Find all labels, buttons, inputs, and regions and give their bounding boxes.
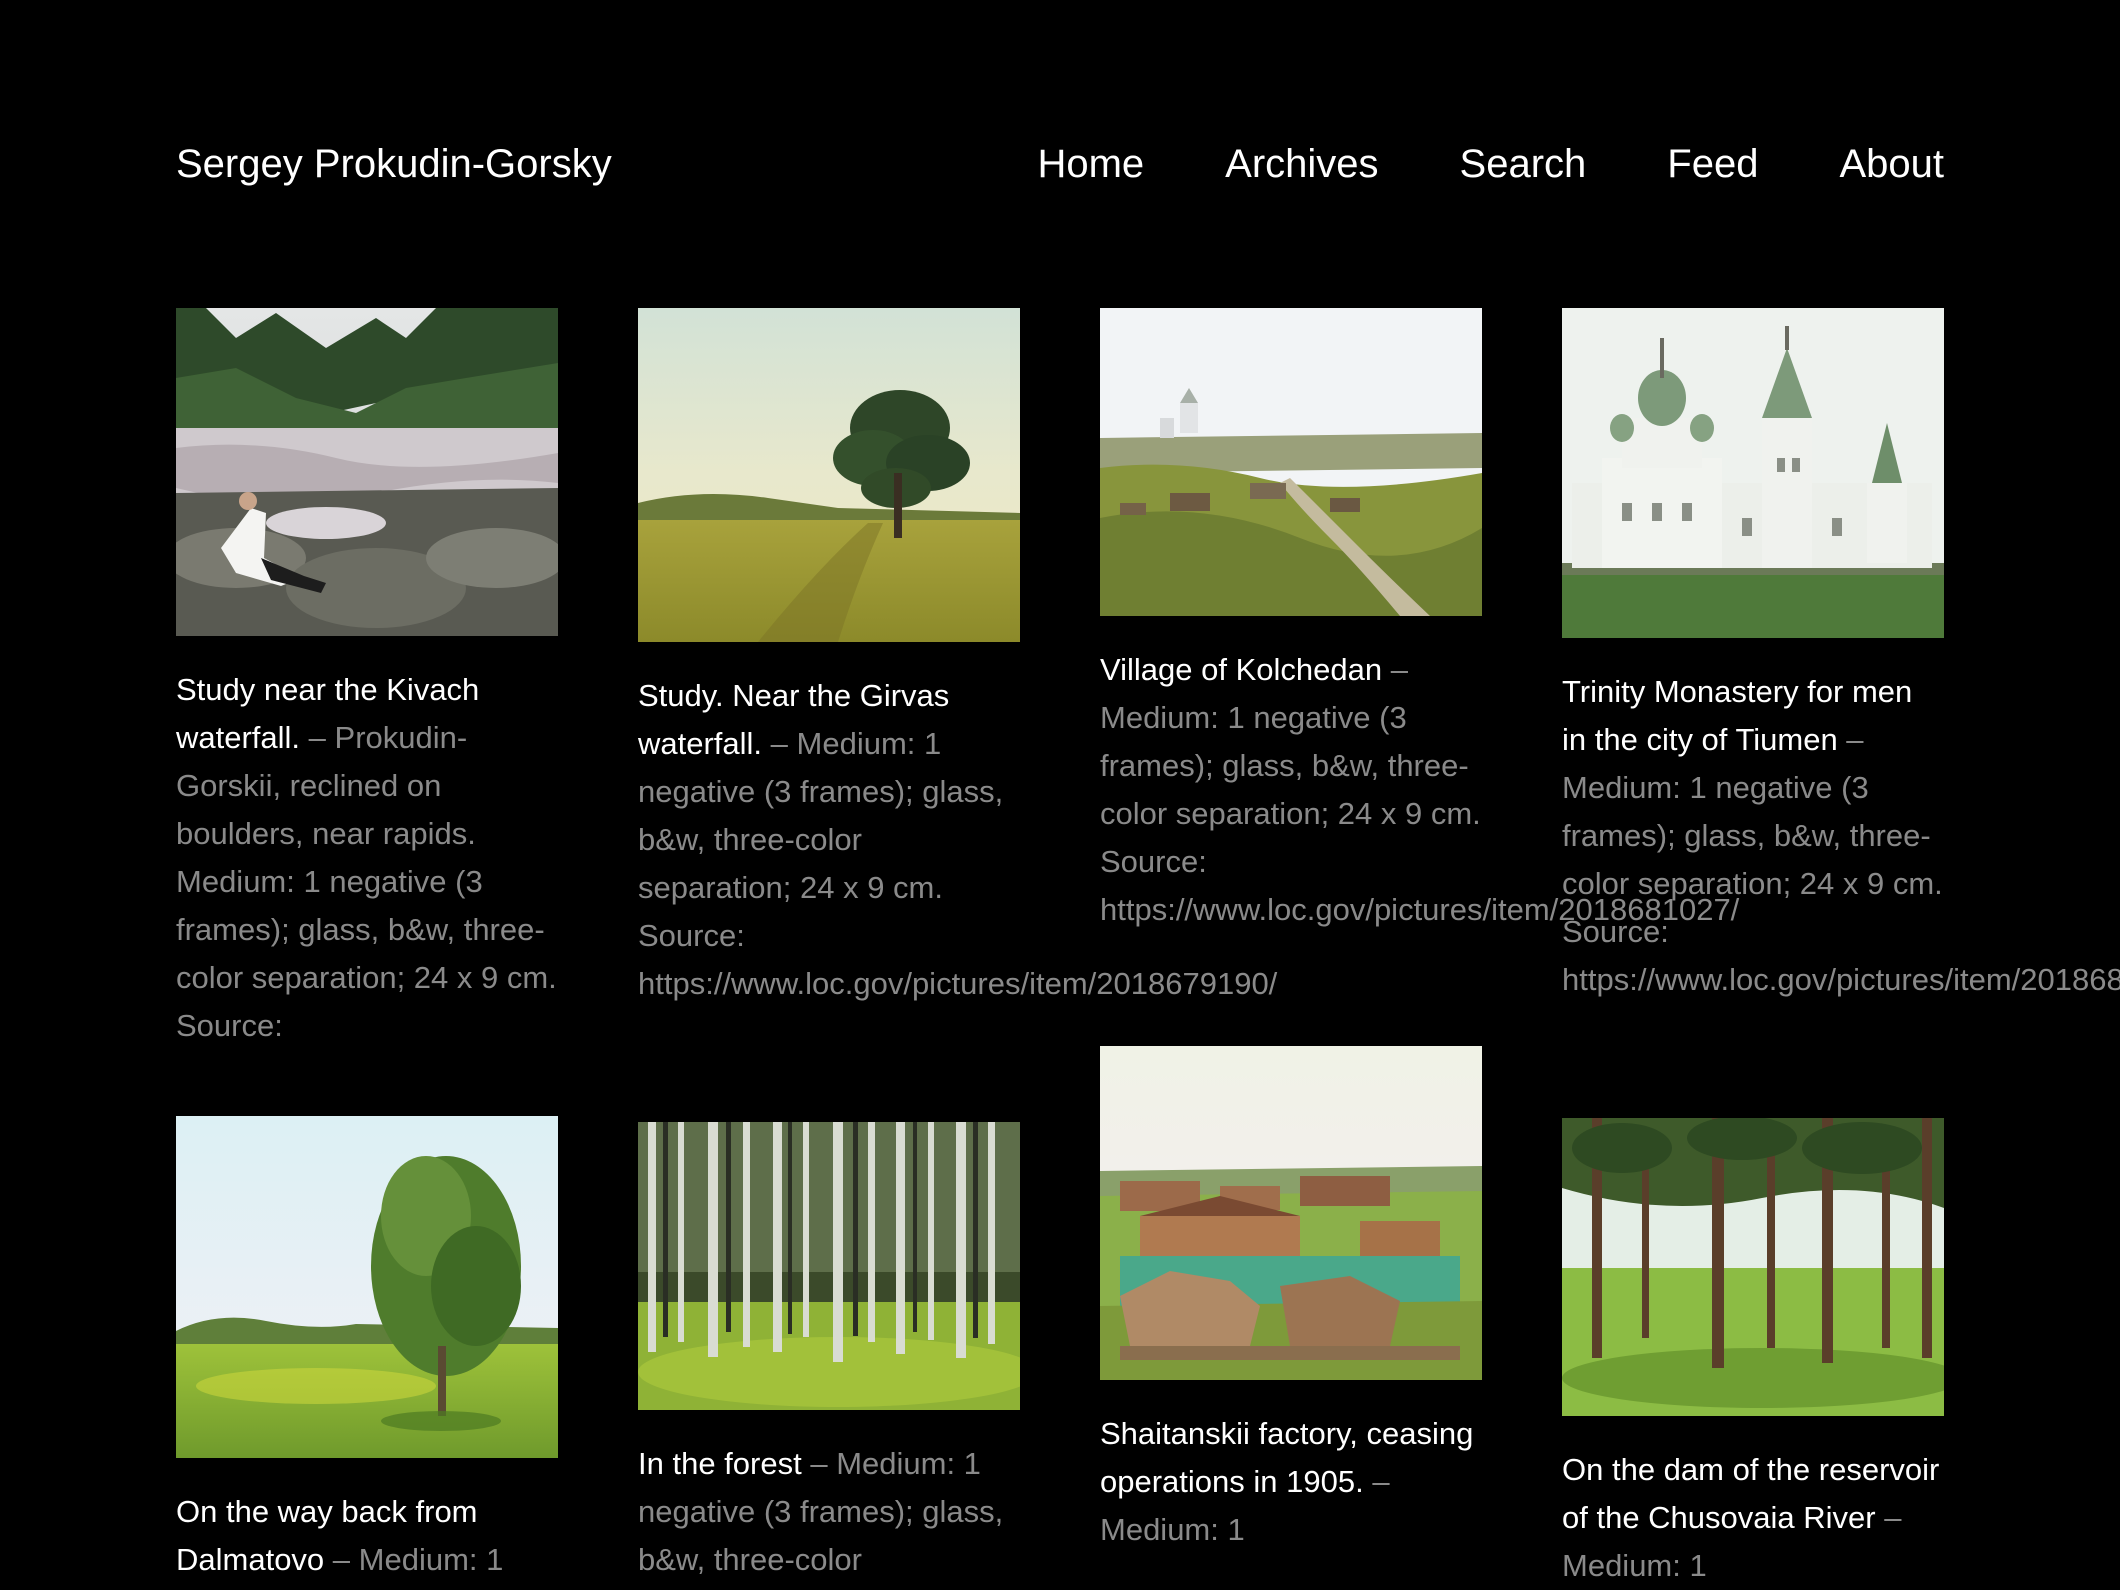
post-caption: Trinity Monastery for men in the city of… [1562, 668, 2120, 1004]
post-card: Study near the Kivach waterfall. – Proku… [176, 308, 558, 1050]
post-caption: Study. Near the Girvas waterfall. – Medi… [638, 672, 1277, 1008]
nav-feed[interactable]: Feed [1667, 140, 1758, 188]
post-title-link[interactable]: Shaitanskii factory, ceasing operations … [1100, 1416, 1473, 1499]
post-caption: On the dam of the reservoir of the Chuso… [1562, 1446, 1944, 1590]
post-photo-kolchedan[interactable] [1100, 308, 1482, 616]
post-description: Medium: 1 negative (3 frames); glass, b&… [1562, 770, 2120, 997]
post-caption: Shaitanskii factory, ceasing operations … [1100, 1410, 1482, 1554]
post-card: On the dam of the reservoir of the Chuso… [1562, 1118, 1944, 1590]
post-photo-kivach[interactable] [176, 308, 558, 636]
post-card: Village of Kolchedan – Medium: 1 negativ… [1100, 308, 1739, 934]
birch-tree-photo [176, 1116, 558, 1458]
post-description: Medium: 1 [1100, 1512, 1245, 1547]
nav-search[interactable]: Search [1460, 140, 1587, 188]
caption-separator: – [762, 726, 797, 761]
post-caption: In the forest – Medium: 1 negative (3 fr… [638, 1440, 1020, 1584]
caption-separator: – [1382, 652, 1408, 687]
caption-separator: – [300, 720, 335, 755]
birch-forest-photo [638, 1122, 1020, 1410]
post-card: In the forest – Medium: 1 negative (3 fr… [638, 1122, 1020, 1584]
post-photo-dalmatovo[interactable] [176, 1116, 558, 1458]
post-title-link[interactable]: In the forest [638, 1446, 802, 1481]
nav-archives[interactable]: Archives [1225, 140, 1378, 188]
factory-ruins-photo [1100, 1046, 1482, 1380]
post-card: Shaitanskii factory, ceasing operations … [1100, 1046, 1482, 1554]
caption-separator: – [801, 1446, 837, 1481]
post-photo-tiumen[interactable] [1562, 308, 1944, 638]
post-photo-girvas[interactable] [638, 308, 1020, 642]
pine-grove-photo [1562, 1118, 1944, 1416]
post-caption: On the way back from Dalmatovo – Medium:… [176, 1488, 558, 1584]
pine-tree-field-photo [638, 308, 1020, 642]
monastery-photo [1562, 308, 1944, 638]
post-card: On the way back from Dalmatovo – Medium:… [176, 1116, 558, 1584]
post-photo-chusovaia[interactable] [1562, 1118, 1944, 1416]
post-description: Prokudin-Gorskii, reclined on boulders, … [176, 720, 557, 1043]
post-photo-forest[interactable] [638, 1122, 1020, 1410]
caption-separator: – [1837, 722, 1864, 757]
post-caption: Study near the Kivach waterfall. – Proku… [176, 666, 558, 1050]
river-rapids-photo [176, 308, 558, 636]
main-nav: Home Archives Search Feed About [1037, 140, 1944, 188]
site-title-link[interactable]: Sergey Prokudin-Gorsky [176, 140, 612, 188]
post-card: Study. Near the Girvas waterfall. – Medi… [638, 308, 1277, 1008]
caption-separator: – [1363, 1464, 1390, 1499]
nav-home[interactable]: Home [1037, 140, 1144, 188]
post-caption: Village of Kolchedan – Medium: 1 negativ… [1100, 646, 1739, 934]
post-photo-shaitanskii[interactable] [1100, 1046, 1482, 1380]
post-card: Trinity Monastery for men in the city of… [1562, 308, 2120, 1004]
post-title-link[interactable]: Village of Kolchedan [1100, 652, 1382, 687]
caption-separator: – [1875, 1500, 1902, 1535]
post-description: Medium: 1 [1562, 1548, 1707, 1583]
village-landscape-photo [1100, 308, 1482, 616]
nav-about[interactable]: About [1839, 140, 1944, 188]
